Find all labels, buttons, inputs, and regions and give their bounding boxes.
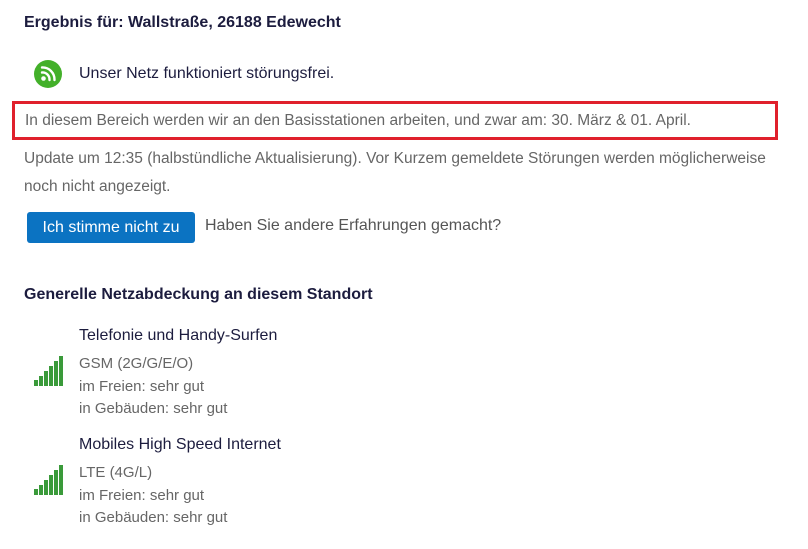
signal-bars-icon (34, 356, 64, 386)
maintenance-notice: In diesem Bereich werden wir an den Basi… (12, 101, 778, 140)
coverage-item: Telefonie und Handy-Surfen GSM (2G/G/E/O… (0, 322, 808, 422)
network-status-text: Unser Netz funktioniert störungsfrei. (79, 65, 335, 82)
feedback-question: Haben Sie andere Erfahrungen gemacht? (205, 217, 502, 234)
wifi-signal-icon (34, 60, 62, 88)
coverage-item: Mobiles High Speed Internet LTE (4G/L) i… (0, 431, 808, 531)
coverage-heading: Generelle Netzabdeckung an diesem Stando… (24, 286, 373, 303)
coverage-item-indoor: in Gebäuden: sehr gut (79, 400, 228, 417)
coverage-item-title: Telefonie und Handy-Surfen (79, 327, 278, 344)
coverage-item-indoor: in Gebäuden: sehr gut (79, 509, 228, 526)
update-info: Update um 12:35 (halbstündliche Aktualis… (24, 150, 766, 195)
coverage-item-technology: LTE (4G/L) (79, 464, 153, 481)
coverage-item-outdoor: im Freien: sehr gut (79, 378, 205, 395)
coverage-item-outdoor: im Freien: sehr gut (79, 487, 205, 504)
result-heading: Ergebnis für: Wallstraße, 26188 Edewecht (24, 14, 341, 31)
maintenance-notice-text: In diesem Bereich werden wir an den Basi… (25, 111, 691, 129)
signal-bars-icon (34, 465, 64, 495)
coverage-item-technology: GSM (2G/G/E/O) (79, 355, 194, 372)
disagree-button[interactable]: Ich stimme nicht zu (27, 212, 195, 243)
coverage-item-title: Mobiles High Speed Internet (79, 436, 281, 453)
